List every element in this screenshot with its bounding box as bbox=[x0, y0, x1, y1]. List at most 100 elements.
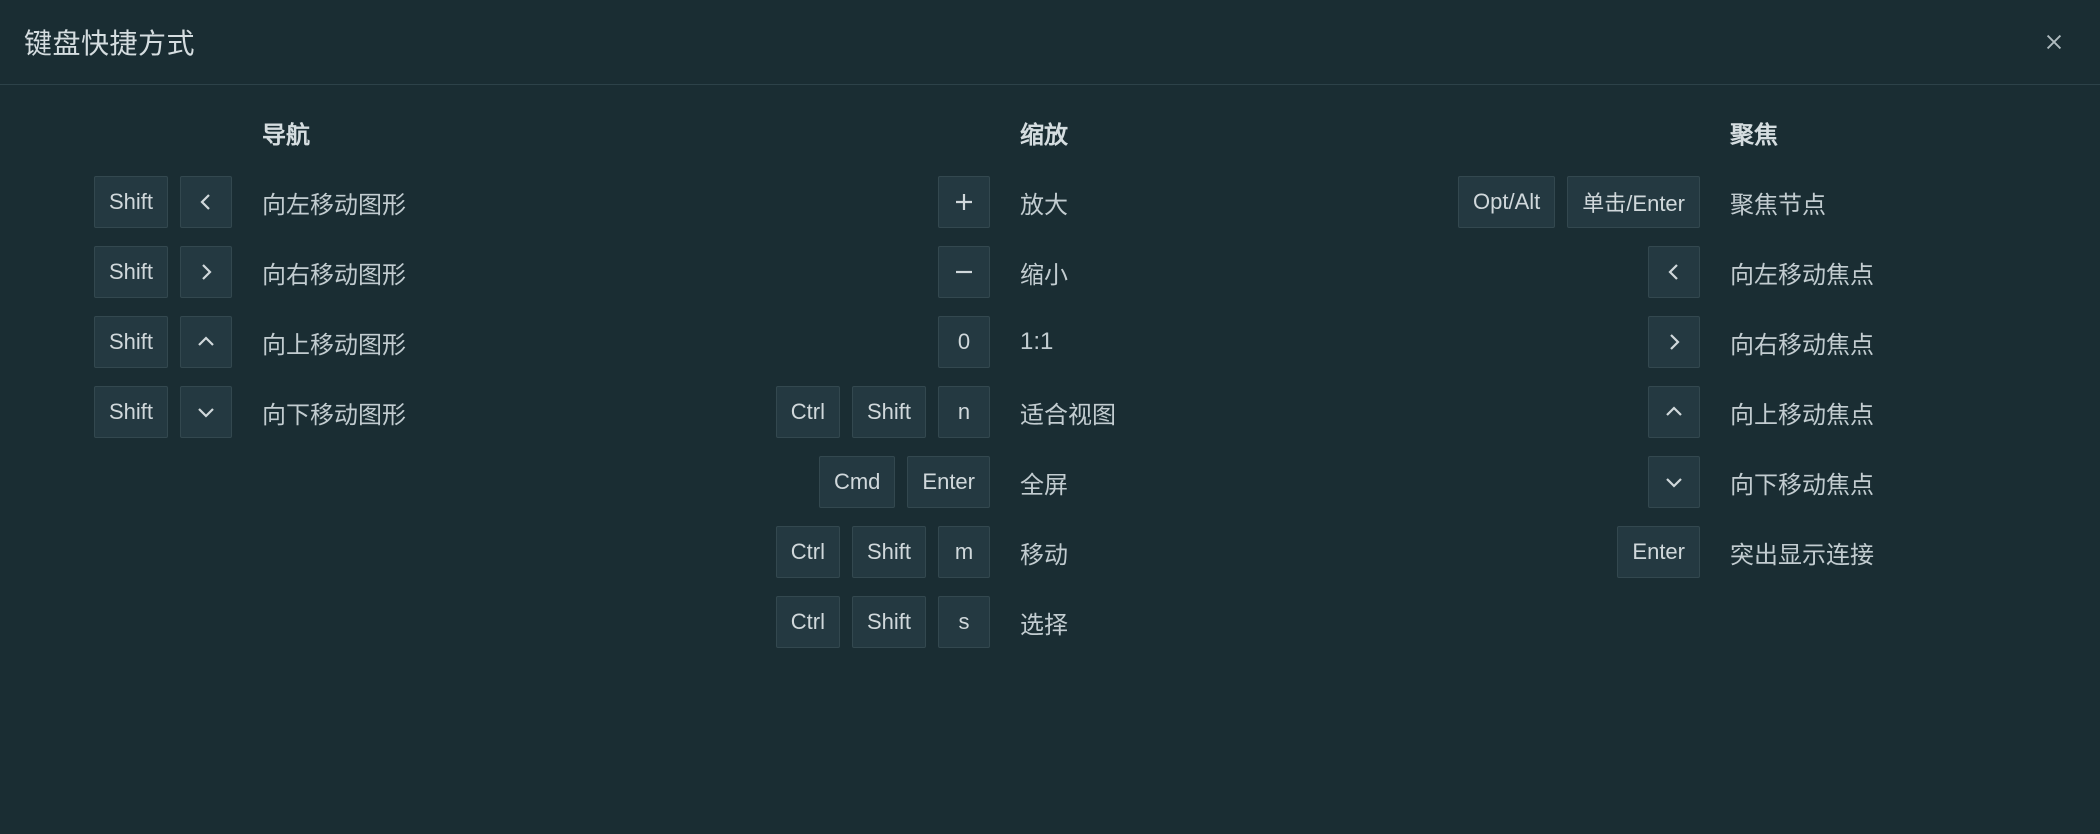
key-enter: Enter bbox=[907, 456, 990, 508]
shortcut-keys: Shift bbox=[40, 176, 232, 228]
shortcut-row: 缩小 bbox=[740, 246, 1360, 298]
key-plus bbox=[938, 176, 990, 228]
shortcut-keys bbox=[1380, 316, 1700, 368]
shortcut-keys: CtrlShiftm bbox=[680, 526, 990, 578]
shortcuts-content: 导航 Shift向左移动图形Shift向右移动图形Shift向上移动图形Shif… bbox=[0, 85, 2100, 666]
shortcut-keys: CtrlShiftn bbox=[680, 386, 990, 438]
shortcut-row: 向右移动焦点 bbox=[1440, 316, 2060, 368]
chevron-up-icon bbox=[1662, 400, 1686, 424]
key-n: n bbox=[938, 386, 990, 438]
key-ctrl: Ctrl bbox=[776, 526, 840, 578]
key-minus bbox=[938, 246, 990, 298]
shortcut-row: Shift 向下移动图形 bbox=[40, 386, 660, 438]
chevron-down-icon bbox=[1662, 470, 1686, 494]
shortcut-row: Enter 突出显示连接 bbox=[1440, 526, 2060, 578]
chevron-left-icon bbox=[194, 190, 218, 214]
shortcut-row: Opt/Alt单击/Enter聚焦节点 bbox=[1440, 176, 2060, 228]
shortcut-keys bbox=[1380, 246, 1700, 298]
chevron-right-icon bbox=[1662, 330, 1686, 354]
key-shift: Shift bbox=[94, 176, 168, 228]
shortcut-label: 1:1 bbox=[1020, 328, 1053, 356]
key--enter: 单击/Enter bbox=[1567, 176, 1700, 228]
key-shift: Shift bbox=[94, 386, 168, 438]
key-chevron-left bbox=[1648, 246, 1700, 298]
shortcut-keys: Shift bbox=[40, 246, 232, 298]
key-ctrl: Ctrl bbox=[776, 386, 840, 438]
shortcut-keys: Shift bbox=[40, 316, 232, 368]
key-s: s bbox=[938, 596, 990, 648]
key-shift: Shift bbox=[852, 526, 926, 578]
dialog-title: 键盘快捷方式 bbox=[24, 22, 195, 62]
shortcut-keys: CmdEnter bbox=[680, 456, 990, 508]
shortcut-row: CmdEnter 全屏 bbox=[740, 456, 1360, 508]
key-shift: Shift bbox=[852, 386, 926, 438]
key-chevron-down bbox=[1648, 456, 1700, 508]
column-navigation-header: 导航 bbox=[262, 115, 660, 150]
shortcut-row: Shift 向上移动图形 bbox=[40, 316, 660, 368]
chevron-right-icon bbox=[194, 260, 218, 284]
shortcut-label: 适合视图 bbox=[1020, 395, 1116, 430]
shortcut-label: 全屏 bbox=[1020, 465, 1068, 500]
key-chevron-down bbox=[180, 386, 232, 438]
shortcut-label: 突出显示连接 bbox=[1730, 535, 1874, 570]
shortcut-label: 缩小 bbox=[1020, 255, 1068, 290]
column-focus: 聚焦 Opt/Alt单击/Enter聚焦节点向左移动焦点向右移动焦点向上移动焦点… bbox=[1400, 115, 2100, 666]
shortcut-keys: Opt/Alt单击/Enter bbox=[1380, 176, 1700, 228]
shortcut-keys: Shift bbox=[40, 386, 232, 438]
key-ctrl: Ctrl bbox=[776, 596, 840, 648]
chevron-down-icon bbox=[194, 400, 218, 424]
column-zoom: 缩放 放大缩小01:1CtrlShiftn适合视图CmdEnter全屏CtrlS… bbox=[700, 115, 1400, 666]
shortcut-row: CtrlShiftm 移动 bbox=[740, 526, 1360, 578]
chevron-left-icon bbox=[1662, 260, 1686, 284]
titlebar: 键盘快捷方式 bbox=[0, 0, 2100, 85]
shortcut-row: CtrlShiftn 适合视图 bbox=[740, 386, 1360, 438]
shortcut-keys: Enter bbox=[1380, 526, 1700, 578]
shortcut-label: 向上移动焦点 bbox=[1730, 395, 1874, 430]
key-cmd: Cmd bbox=[819, 456, 895, 508]
shortcut-row: 向左移动焦点 bbox=[1440, 246, 2060, 298]
chevron-up-icon bbox=[194, 330, 218, 354]
key-m: m bbox=[938, 526, 990, 578]
shortcut-keys bbox=[1380, 456, 1700, 508]
shortcut-label: 向左移动图形 bbox=[262, 185, 406, 220]
key-0: 0 bbox=[938, 316, 990, 368]
minus-icon bbox=[952, 260, 976, 284]
shortcut-row: 0 1:1 bbox=[740, 316, 1360, 368]
close-icon bbox=[2043, 31, 2065, 53]
shortcut-label: 向下移动焦点 bbox=[1730, 465, 1874, 500]
key-chevron-right bbox=[180, 246, 232, 298]
column-navigation-rows: Shift 向左移动图形 Shift 向右移动图形 Shift 向上移动图形 Shift 向下… bbox=[40, 176, 660, 456]
column-focus-header: 聚焦 bbox=[1730, 115, 2060, 150]
shortcut-label: 选择 bbox=[1020, 605, 1068, 640]
column-zoom-header: 缩放 bbox=[1020, 115, 1360, 150]
key-chevron-left bbox=[180, 176, 232, 228]
column-navigation: 导航 Shift向左移动图形Shift向右移动图形Shift向上移动图形Shif… bbox=[0, 115, 700, 666]
key-enter: Enter bbox=[1617, 526, 1700, 578]
shortcut-label: 移动 bbox=[1020, 535, 1068, 570]
shortcut-label: 向下移动图形 bbox=[262, 395, 406, 430]
shortcut-label: 向右移动焦点 bbox=[1730, 325, 1874, 360]
shortcut-row: CtrlShifts 选择 bbox=[740, 596, 1360, 648]
shortcut-keys bbox=[680, 246, 990, 298]
shortcut-row: Shift 向右移动图形 bbox=[40, 246, 660, 298]
shortcut-row: 向上移动焦点 bbox=[1440, 386, 2060, 438]
plus-icon bbox=[952, 190, 976, 214]
shortcut-keys bbox=[680, 176, 990, 228]
shortcut-label: 向左移动焦点 bbox=[1730, 255, 1874, 290]
key-shift: Shift bbox=[852, 596, 926, 648]
shortcut-label: 放大 bbox=[1020, 185, 1068, 220]
key-opt-alt: Opt/Alt bbox=[1458, 176, 1555, 228]
shortcut-keys bbox=[1380, 386, 1700, 438]
shortcut-row: 向下移动焦点 bbox=[1440, 456, 2060, 508]
shortcut-row: Shift 向左移动图形 bbox=[40, 176, 660, 228]
key-chevron-up bbox=[1648, 386, 1700, 438]
shortcut-keys: 0 bbox=[680, 316, 990, 368]
key-chevron-right bbox=[1648, 316, 1700, 368]
shortcut-label: 向上移动图形 bbox=[262, 325, 406, 360]
close-button[interactable] bbox=[2038, 26, 2070, 58]
column-focus-rows: Opt/Alt单击/Enter聚焦节点向左移动焦点向右移动焦点向上移动焦点向下移… bbox=[1440, 176, 2060, 596]
shortcut-row: 放大 bbox=[740, 176, 1360, 228]
shortcut-label: 向右移动图形 bbox=[262, 255, 406, 290]
key-shift: Shift bbox=[94, 316, 168, 368]
column-zoom-rows: 放大缩小01:1CtrlShiftn适合视图CmdEnter全屏CtrlShif… bbox=[740, 176, 1360, 666]
